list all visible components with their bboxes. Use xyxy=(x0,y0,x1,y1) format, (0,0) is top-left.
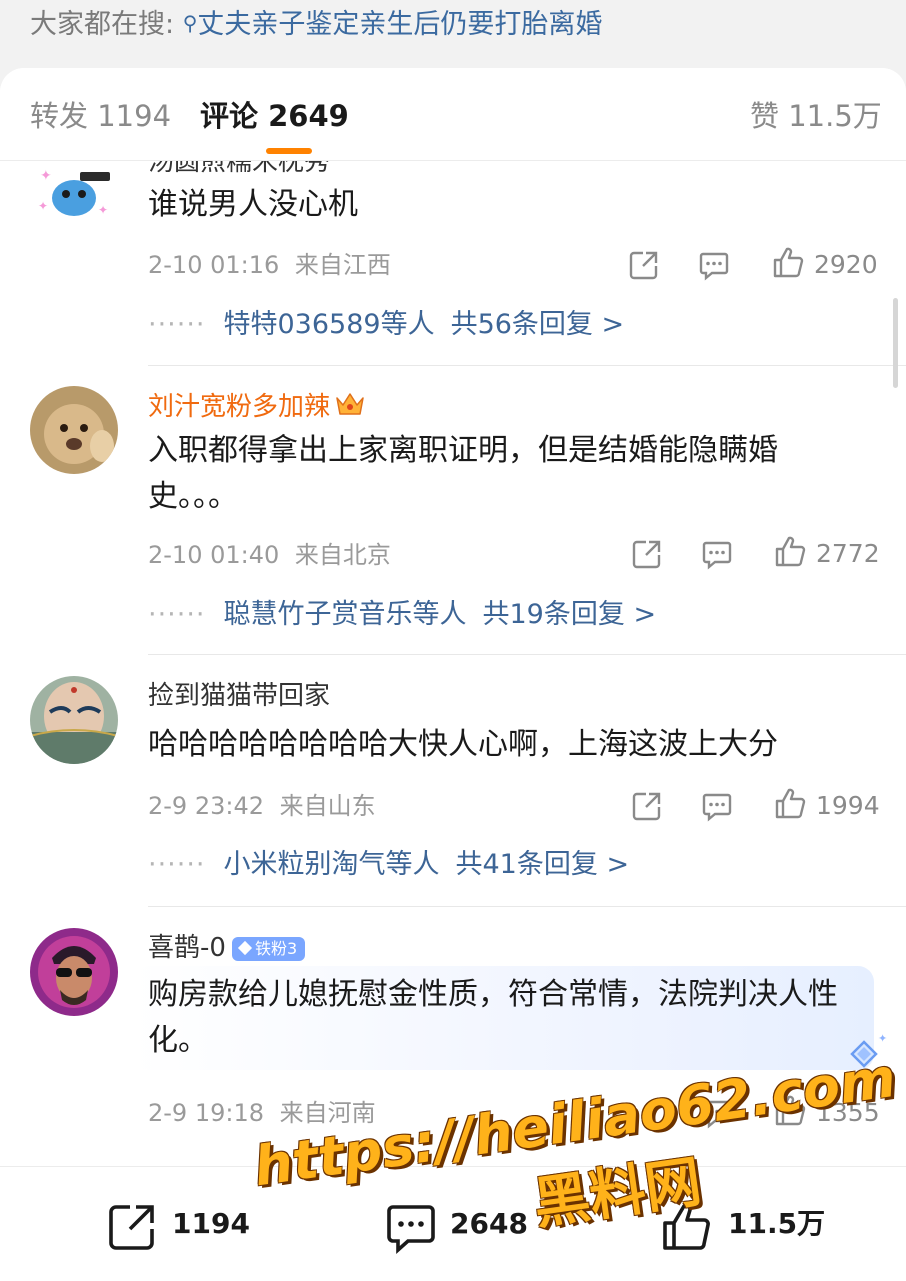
svg-text:✦: ✦ xyxy=(38,199,48,213)
fan-badge-label: 铁粉3 xyxy=(254,939,298,958)
replies-dots: ······ xyxy=(148,309,206,340)
comment-time: 2-10 01:16 xyxy=(148,251,280,279)
avatar[interactable] xyxy=(30,386,118,474)
reply-icon[interactable] xyxy=(700,789,734,823)
comment-divider xyxy=(148,365,906,366)
avatar[interactable] xyxy=(30,928,118,1016)
tab-comments-label: 评论 xyxy=(200,99,259,133)
reply-icon[interactable] xyxy=(697,248,731,282)
search-icon: ⚲ xyxy=(182,11,198,35)
comment-time: 2-10 01:40 xyxy=(148,541,280,569)
replies-link[interactable]: ······ 聪慧竹子赏音乐等人 共19条回复 > xyxy=(148,598,656,632)
like-count: 1994 xyxy=(816,791,880,820)
like-icon[interactable] xyxy=(773,787,807,821)
like-count: 2920 xyxy=(814,250,878,279)
comment-location: 来自山东 xyxy=(279,792,376,820)
reply-icon[interactable] xyxy=(700,1096,734,1130)
replies-total: 共56条回复 > xyxy=(450,309,625,340)
trending-search-text: 大家都在搜: ⚲丈夫亲子鉴定亲生后仍要打胎离婚 xyxy=(30,6,602,42)
comment-author[interactable]: 汤圆煎糯米枕秀 xyxy=(148,160,330,178)
comment-icon xyxy=(387,1205,435,1255)
replies-link[interactable]: ······ 小米粒别淘气等人 共41条回复 > xyxy=(148,848,629,882)
repost-count: 1194 xyxy=(172,1207,250,1240)
comment-divider xyxy=(148,906,906,907)
like-icon[interactable] xyxy=(773,1094,807,1128)
replies-by: 聪慧竹子赏音乐等人 xyxy=(223,599,467,630)
comment-meta: 2-10 01:16 来自江西 xyxy=(148,250,391,280)
like-count: 2772 xyxy=(816,539,880,568)
tab-reposts-label: 转发 xyxy=(30,99,89,133)
like-icon[interactable] xyxy=(773,535,807,569)
comment-author[interactable]: 喜鹊-0 铁粉3 xyxy=(148,932,306,964)
comment-author[interactable]: 捡到猫猫带回家 xyxy=(148,680,330,712)
svg-text:✦: ✦ xyxy=(98,203,108,217)
comment-location: 来自北京 xyxy=(294,541,391,569)
comment-author-name: 喜鹊-0 xyxy=(148,933,226,963)
comment-text: 入职都得拿出上家离职证明，但是结婚能隐瞒婚史。。。 xyxy=(148,433,778,514)
avatar[interactable] xyxy=(30,676,118,764)
replies-total: 共19条回复 > xyxy=(482,599,657,630)
replies-dots: ······ xyxy=(148,599,206,630)
tab-likes-label: 赞 xyxy=(750,99,780,133)
tab-comments-count: 2649 xyxy=(268,99,349,133)
active-tab-indicator xyxy=(266,148,312,154)
tab-reposts[interactable]: 转发 1194 xyxy=(30,98,171,134)
like-icon[interactable] xyxy=(771,246,805,280)
share-icon[interactable] xyxy=(630,789,664,823)
trending-search-query: 丈夫亲子鉴定亲生后仍要打胎离婚 xyxy=(197,9,603,40)
tab-reposts-count: 1194 xyxy=(97,99,172,133)
tab-likes[interactable]: 赞 11.5万 xyxy=(750,98,882,134)
svg-text:✦: ✦ xyxy=(40,168,52,184)
comment-author-name: 刘汁宽粉多加辣 xyxy=(148,392,331,422)
comment-list: ✦ ✦ ✦ 汤圆煎糯米枕秀 谁说男人没心机 2-10 01:16 来自江西 29… xyxy=(0,160,906,1165)
replies-link[interactable]: ······ 特特036589等人 共56条回复 > xyxy=(148,308,624,342)
bottom-action-bar: 1194 2648 11.5万 xyxy=(0,1166,906,1281)
comment-time: 2-9 23:42 xyxy=(148,792,264,820)
reply-icon[interactable] xyxy=(700,537,734,571)
like-count: 1355 xyxy=(816,1098,880,1127)
comment-location: 来自河南 xyxy=(279,1099,376,1127)
comment-meta: 2-9 19:18 来自河南 xyxy=(148,1098,376,1128)
comment-meta: 2-9 23:42 来自山东 xyxy=(148,791,376,821)
comment-text: 购房款给儿媳抚慰金性质，符合常情，法院判决人性化。 xyxy=(148,977,838,1058)
comment-location: 来自江西 xyxy=(294,251,391,279)
replies-total: 共41条回复 > xyxy=(455,849,630,880)
comment-text: 谁说男人没心机 xyxy=(148,187,358,222)
comment-text: 哈哈哈哈哈哈哈哈大快人心啊，上海这波上大分 xyxy=(148,727,778,762)
repost-icon xyxy=(109,1205,154,1250)
tab-comments[interactable]: 评论 2649 xyxy=(200,98,349,134)
like-total: 11.5万 xyxy=(728,1207,826,1240)
replies-by: 小米粒别淘气等人 xyxy=(223,849,440,880)
crown-icon xyxy=(336,393,364,415)
diamond-sparkle-icon: ✦ xyxy=(850,1032,887,1068)
trending-search-prefix: 大家都在搜: xyxy=(30,9,175,40)
trending-search-link[interactable]: ⚲丈夫亲子鉴定亲生后仍要打胎离婚 xyxy=(183,9,603,40)
comments-panel: 转发 1194 评论 2649 赞 11.5万 ✦ ✦ ✦ 汤圆煎糯米枕秀 谁说… xyxy=(0,68,906,1280)
avatar[interactable]: ✦ ✦ ✦ xyxy=(30,160,118,238)
replies-dots: ······ xyxy=(148,849,206,880)
diamond-icon xyxy=(237,940,253,956)
comment-author[interactable]: 刘汁宽粉多加辣 xyxy=(148,390,366,423)
share-icon[interactable] xyxy=(627,248,661,282)
trending-search-bar: 大家都在搜: ⚲丈夫亲子鉴定亲生后仍要打胎离婚 xyxy=(0,0,906,64)
thumbs-up-icon xyxy=(663,1203,710,1250)
comment-meta: 2-10 01:40 来自北京 xyxy=(148,540,391,570)
tab-bar: 转发 1194 评论 2649 赞 11.5万 xyxy=(0,68,906,161)
tab-likes-count: 11.5万 xyxy=(788,99,882,133)
svg-text:✦: ✦ xyxy=(878,1032,887,1045)
comment-divider xyxy=(148,654,906,655)
replies-by: 特特036589等人 xyxy=(223,309,435,340)
fan-badge: 铁粉3 xyxy=(231,937,306,961)
comment-time: 2-9 19:18 xyxy=(148,1099,264,1127)
share-icon[interactable] xyxy=(630,537,664,571)
comment-count: 2648 xyxy=(450,1207,528,1240)
scrollbar[interactable] xyxy=(893,298,898,388)
